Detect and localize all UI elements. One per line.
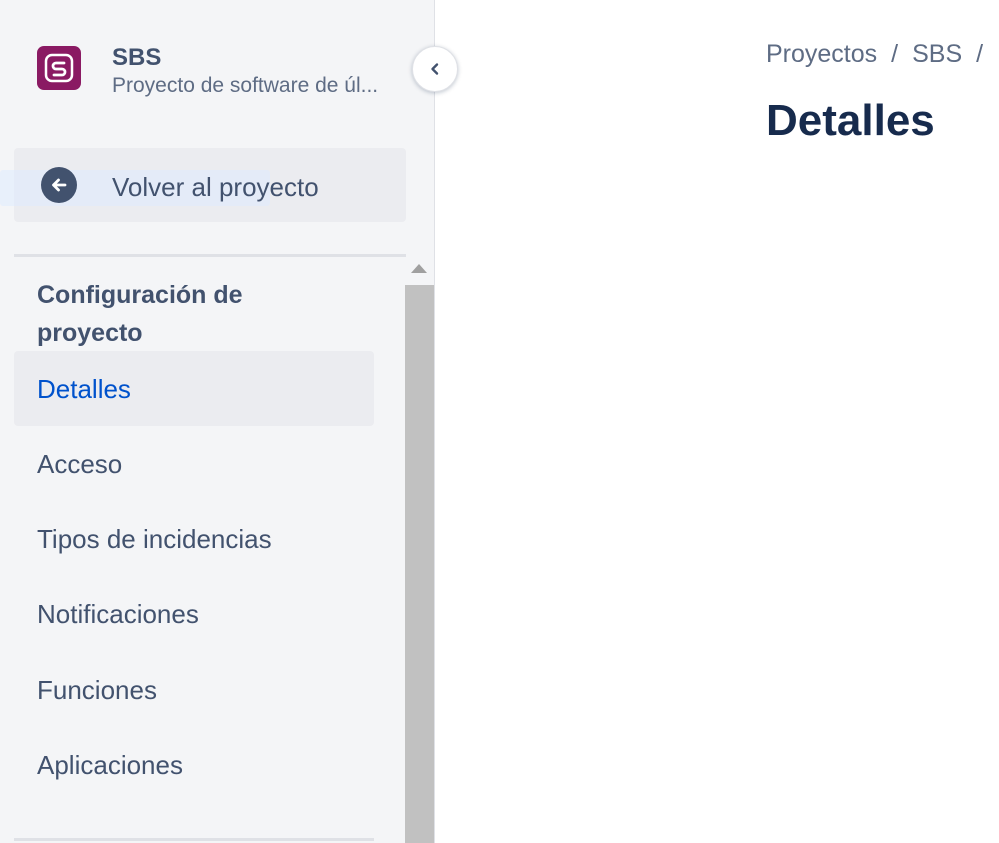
sidebar-divider (14, 254, 406, 257)
sidebar-item-label: Tipos de incidencias (37, 524, 272, 554)
nav-section-heading: Configuración de proyecto (37, 281, 243, 347)
sidebar-item-notifications[interactable]: Notificaciones (14, 576, 374, 651)
scroll-up-arrow-icon[interactable] (411, 264, 427, 273)
breadcrumb-separator: / (976, 40, 984, 68)
scrollbar-thumb[interactable] (405, 285, 434, 843)
project-logo-icon (37, 46, 81, 90)
sidebar-scrollbar[interactable] (405, 258, 434, 843)
collapse-sidebar-button[interactable] (412, 46, 458, 92)
back-to-project-button[interactable]: Volver al proyecto (0, 148, 406, 222)
sidebar-item-label: Notificaciones (37, 599, 199, 629)
sidebar-item-access[interactable]: Acceso (14, 426, 374, 501)
page-title: Detalles (766, 96, 935, 145)
sidebar-item-details[interactable]: Detalles (14, 351, 374, 426)
chevron-left-icon (431, 63, 439, 75)
sidebar-item-label: Aplicaciones (37, 750, 183, 780)
arrow-left-icon (41, 167, 77, 203)
breadcrumb-projects[interactable]: Proyectos (766, 40, 877, 68)
back-to-project-label: Volver al proyecto (112, 172, 319, 202)
sidebar-item-features[interactable]: Funciones (14, 652, 374, 727)
sidebar-item-label: Acceso (37, 449, 123, 479)
sidebar-divider-bottom (14, 838, 374, 841)
project-header[interactable]: SBS Proyecto de software de úl... (37, 44, 407, 97)
sidebar: SBS Proyecto de software de úl... Volver… (0, 0, 435, 843)
sidebar-item-apps[interactable]: Aplicaciones (14, 727, 374, 802)
sidebar-item-label: Funciones (37, 675, 157, 705)
breadcrumb-project[interactable]: SBS (912, 40, 962, 68)
sidebar-item-label: Detalles (37, 374, 131, 404)
breadcrumb-separator: / (891, 40, 899, 68)
sidebar-item-issue-types[interactable]: Tipos de incidencias (14, 501, 374, 576)
main-content: Proyectos / SBS / Detalles (436, 0, 999, 843)
breadcrumb: Proyectos / SBS / (766, 40, 997, 69)
project-description: Proyecto de software de úl... (112, 74, 379, 97)
app-root: SBS Proyecto de software de úl... Volver… (0, 0, 999, 843)
project-name: SBS (112, 44, 162, 71)
